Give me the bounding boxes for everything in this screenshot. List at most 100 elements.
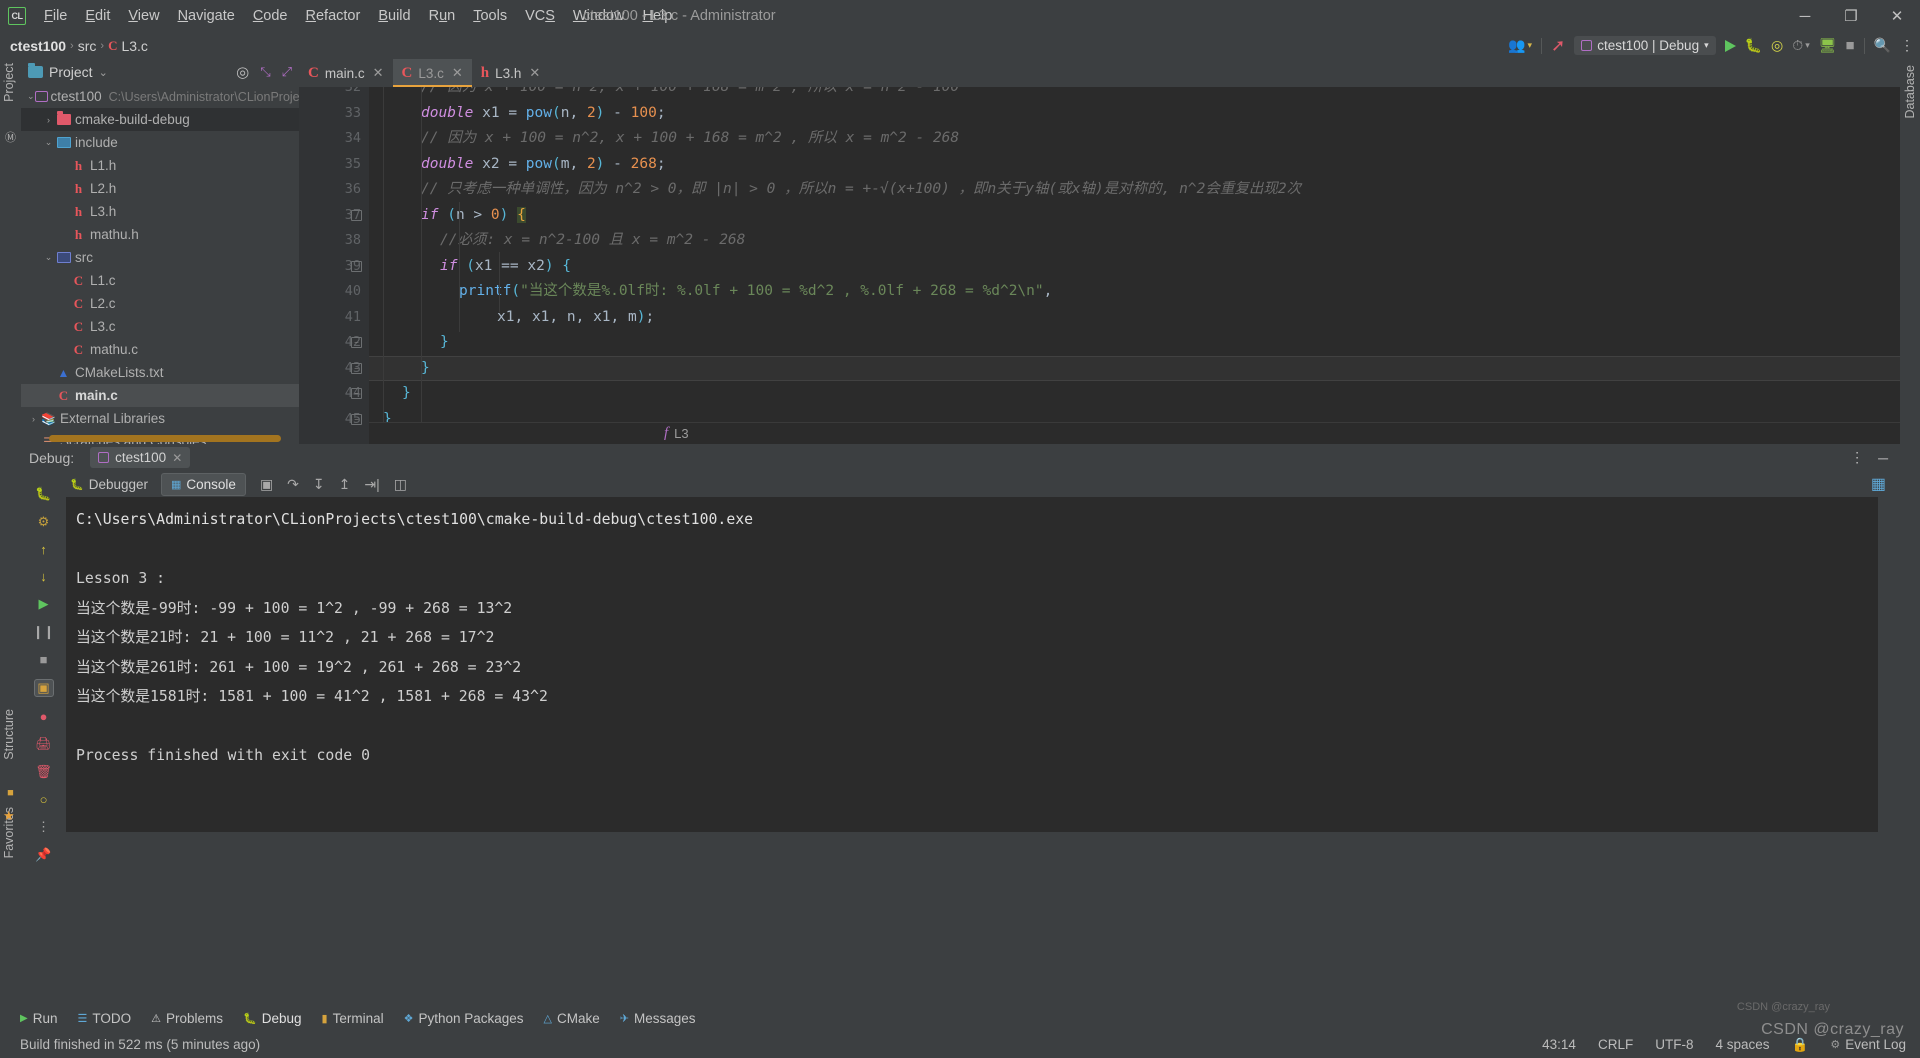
debug-session-tab[interactable]: ctest100 ✕	[90, 447, 191, 468]
code-line-34[interactable]: // 因为 x + 100 = n^2, x + 100 + 168 = m^2…	[421, 126, 959, 152]
tree-item-ctest100[interactable]: ⌄ ctest100 C:\Users\Administrator\CLionPro…	[21, 85, 342, 108]
sidebar-tab-project[interactable]: Project	[2, 63, 16, 102]
tree-item-cmakelists-txt[interactable]: ▲ CMakeLists.txt	[21, 361, 299, 384]
locate-icon[interactable]: ◎	[236, 63, 249, 81]
sidebar-tab-structure[interactable]: Structure	[2, 709, 16, 760]
menu-file[interactable]: File	[36, 4, 75, 28]
bottom-tab-todo[interactable]: ☰ TODO	[77, 1011, 131, 1026]
breadcrumb-folder[interactable]: src	[78, 38, 97, 54]
step-out-icon[interactable]: ↥	[339, 476, 351, 493]
more-options-icon[interactable]: ⋮	[1900, 37, 1914, 54]
menu-navigate[interactable]: Navigate	[170, 4, 243, 28]
favorites-star-icon[interactable]: ★	[3, 808, 15, 824]
console-output[interactable]: C:\Users\Administrator\CLionProjects\cte…	[66, 497, 1878, 832]
breadcrumb-file[interactable]: L3.c	[121, 38, 147, 54]
editor-function-breadcrumb[interactable]: f L3	[369, 422, 1920, 444]
menu-vcs[interactable]: VCS	[517, 4, 563, 28]
bottom-tab-problems[interactable]: ⚠ Problems	[151, 1011, 223, 1026]
chevron-icon[interactable]: ⌄	[42, 252, 55, 263]
tree-item-external-libraries[interactable]: › 📚 External Libraries	[21, 407, 299, 430]
debug-more-icon[interactable]: ⋮	[1850, 449, 1864, 466]
minimize-button[interactable]: ─	[1782, 0, 1828, 32]
chevron-down-icon[interactable]: ⌄	[99, 66, 108, 79]
tab-debugger[interactable]: 🐛 Debugger	[61, 474, 157, 495]
editor-tab-L3-h[interactable]: h L3.h ✕	[472, 59, 550, 87]
print-icon[interactable]: 🖨	[34, 736, 54, 752]
rerun-icon[interactable]: ▣	[260, 476, 273, 493]
code-line-43[interactable]: }	[421, 356, 430, 382]
expand-all-icon[interactable]: ⤡	[260, 64, 270, 80]
code-folding-marker[interactable]: −	[351, 388, 362, 399]
close-icon[interactable]: ✕	[172, 451, 182, 465]
bottom-tab-messages[interactable]: ✈ Messages	[620, 1011, 696, 1026]
editor-tab-main-c[interactable]: Cmain.c ✕	[299, 59, 393, 87]
profiler-button[interactable]: ⏱ ▾	[1792, 37, 1809, 54]
debug-button[interactable]: 🐛	[1745, 37, 1762, 54]
scroll-end-icon[interactable]: ⋮	[34, 819, 54, 835]
menu-run[interactable]: Run	[421, 4, 464, 28]
collapse-all-icon[interactable]: ⤢	[282, 64, 292, 80]
close-icon[interactable]: ✕	[452, 65, 463, 81]
step-over-icon[interactable]: ↷	[287, 476, 299, 493]
code-folding-marker[interactable]	[351, 260, 362, 272]
menu-refactor[interactable]: Refactor	[298, 4, 369, 28]
run-with-coverage-button[interactable]: ◎	[1771, 37, 1783, 54]
close-icon[interactable]: ✕	[373, 65, 384, 81]
code-line-33[interactable]: double x1 = pow(n, 2) - 100;	[421, 101, 666, 127]
menu-edit[interactable]: Edit	[77, 4, 118, 28]
file-encoding[interactable]: UTF-8	[1655, 1037, 1693, 1052]
bottom-tab-terminal[interactable]: ▮ Terminal	[322, 1011, 384, 1026]
code-line-44[interactable]: }	[402, 381, 411, 407]
menu-tools[interactable]: Tools	[465, 4, 515, 28]
tree-item-mathu-h[interactable]: h mathu.h	[21, 223, 299, 246]
pause-program-icon[interactable]: ❙❙	[33, 624, 55, 640]
maximize-button[interactable]: ❐	[1828, 0, 1874, 32]
run-button[interactable]	[1724, 39, 1736, 52]
step-into-icon[interactable]: ↧	[313, 476, 325, 493]
chevron-icon[interactable]: ›	[27, 414, 40, 424]
tree-item-mathu-c[interactable]: Cmathu.c	[21, 338, 299, 361]
code-content[interactable]: // 因为 x + 100 = n^2, x + 100 + 168 = m^2…	[369, 87, 1920, 444]
structure-m-icon[interactable]: Ⓜ	[3, 129, 18, 144]
menu-view[interactable]: View	[120, 4, 167, 28]
bottom-tab-python-packages[interactable]: ❖ Python Packages	[404, 1011, 524, 1026]
restore-layout-icon[interactable]: 🐛	[34, 486, 54, 502]
menu-code[interactable]: Code	[245, 4, 296, 28]
code-line-37[interactable]: if (n > 0) {	[421, 203, 526, 229]
code-line-41[interactable]: x1, x1, n, x1, m);	[497, 305, 654, 331]
code-folding-marker[interactable]: −	[351, 362, 362, 374]
menu-build[interactable]: Build	[370, 4, 418, 28]
tree-item-l2-c[interactable]: C L2.c	[21, 292, 299, 315]
bottom-tab-debug[interactable]: 🐛 Debug	[243, 1011, 302, 1026]
close-icon[interactable]: ✕	[529, 65, 540, 81]
run-configuration-selector[interactable]: ctest100 | Debug ▾	[1574, 36, 1716, 55]
line-separator[interactable]: CRLF	[1598, 1037, 1633, 1052]
tree-item-l2-h[interactable]: h L2.h	[21, 177, 299, 200]
console-layout-icon[interactable]: ▦	[1871, 474, 1886, 494]
code-line-36[interactable]: // 只考虑一种单调性，因为 n^2 > 0，即 |n| > 0 ，所以n = …	[421, 177, 1301, 203]
tree-item-main-c[interactable]: Cmain.c	[21, 384, 299, 407]
mute-breakpoints-icon[interactable]: ○	[34, 792, 54, 807]
tree-item-l3-c[interactable]: C L3.c	[21, 315, 299, 338]
people-icon[interactable]: 👥 ▾	[1508, 37, 1532, 54]
move-up-icon[interactable]: ↑	[34, 542, 54, 557]
breadcrumb-project[interactable]: ctest100	[10, 38, 66, 54]
resume-program-icon[interactable]: ▶	[34, 596, 54, 612]
editor-body[interactable]: 32 33 34 35 36 37 38 39 40 41 42−43−44−45− // 因为 x…	[299, 87, 1920, 444]
code-folding-marker[interactable]	[351, 209, 362, 221]
move-down-icon[interactable]: ↓	[34, 569, 54, 584]
bookmarks-icon[interactable]: ■	[3, 785, 18, 800]
stop-program-icon[interactable]: ■	[34, 652, 54, 667]
search-icon[interactable]: 🔍	[1874, 37, 1891, 54]
chevron-icon[interactable]: ⌄	[42, 137, 55, 148]
code-line-35[interactable]: double x2 = pow(m, 2) - 268;	[421, 152, 666, 178]
delete-icon[interactable]: 🗑	[34, 764, 54, 780]
tree-item-cmake-build-debug[interactable]: › cmake-build-debug	[21, 108, 299, 131]
build-icon[interactable]: ➚	[1551, 36, 1565, 56]
code-folding-marker[interactable]: −	[351, 413, 362, 425]
sidebar-tab-database[interactable]: Database	[1903, 65, 1917, 119]
caret-position[interactable]: 43:14	[1542, 1037, 1576, 1052]
chevron-icon[interactable]: ⌄	[27, 91, 35, 102]
evaluate-expression-icon[interactable]: ◫	[394, 476, 407, 493]
tree-item-include[interactable]: ⌄ include	[21, 131, 299, 154]
